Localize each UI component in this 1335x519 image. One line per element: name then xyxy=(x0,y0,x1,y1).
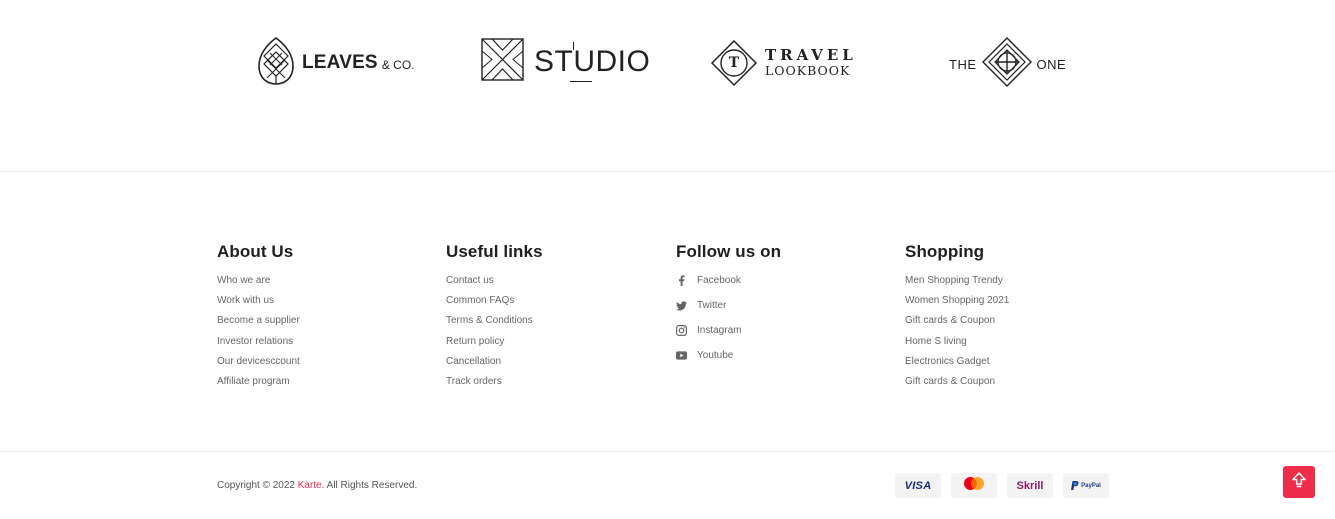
footer-link[interactable]: Gift cards & Coupon xyxy=(905,314,1009,334)
mastercard-card xyxy=(951,473,997,498)
footer-links-useful: Contact us Common FAQs Terms & Condition… xyxy=(446,274,543,395)
paypal-icon xyxy=(1071,480,1079,491)
footer-link[interactable]: Affiliate program xyxy=(217,375,300,395)
footer-column-about: About Us Who we are Work with us Become … xyxy=(217,242,300,395)
travel-logo-emblem: T xyxy=(728,55,740,71)
footer-links-about: Who we are Work with us Become a supplie… xyxy=(217,274,300,395)
instagram-icon xyxy=(676,325,687,336)
footer-link[interactable]: Track orders xyxy=(446,375,543,395)
footer-link[interactable]: Our devicesccount xyxy=(217,355,300,375)
social-link-twitter[interactable]: Twitter xyxy=(676,299,781,324)
mastercard-icon xyxy=(962,476,986,496)
footer-links-social: Facebook Twitter Instagram Youtube xyxy=(676,274,781,374)
travel-brand-top: TRAVEL xyxy=(765,46,857,65)
brand-logo-leaves[interactable]: LEAVES & CO. xyxy=(257,36,415,91)
footer-link[interactable]: Women Shopping 2021 xyxy=(905,294,1009,314)
social-link-label: Twitter xyxy=(697,300,727,311)
footer-link[interactable]: Gift cards & Coupon xyxy=(905,375,1009,395)
footer-links-shopping: Men Shopping Trendy Women Shopping 2021 … xyxy=(905,274,1009,395)
scroll-to-top-button[interactable] xyxy=(1283,466,1315,498)
payment-methods: VISA Skrill PayPal xyxy=(895,473,1109,498)
theone-logo-icon xyxy=(981,36,1033,93)
youtube-icon xyxy=(676,350,687,361)
footer-column-follow: Follow us on Facebook Twitter Instagram … xyxy=(676,242,781,374)
skrill-logo: Skrill xyxy=(1016,479,1044,492)
brand-logos-strip: LEAVES & CO. STUDIO T TRAVEL LOOKBOOK TH… xyxy=(0,0,1335,172)
arrow-up-icon xyxy=(1292,471,1306,493)
studio-brand-name: STUDIO xyxy=(534,42,651,82)
copyright-text: Copyright © 2022 Karte. All Rights Reser… xyxy=(217,480,417,491)
footer-link[interactable]: Investor relations xyxy=(217,335,300,355)
copyright-brand-link[interactable]: Karte xyxy=(298,480,322,491)
footer-link[interactable]: Contact us xyxy=(446,274,543,294)
studio-logo-icon xyxy=(480,37,525,87)
leaves-brand-name: LEAVES xyxy=(302,52,378,73)
social-link-facebook[interactable]: Facebook xyxy=(676,274,781,299)
footer-link[interactable]: Terms & Conditions xyxy=(446,314,543,334)
paypal-card: PayPal xyxy=(1063,473,1109,498)
theone-brand-right: ONE xyxy=(1036,56,1067,72)
footer-link[interactable]: Electronics Gadget xyxy=(905,355,1009,375)
footer-link[interactable]: Work with us xyxy=(217,294,300,314)
social-link-label: Instagram xyxy=(697,325,742,336)
brand-logo-studio[interactable]: STUDIO xyxy=(480,38,650,86)
leaves-logo-icon xyxy=(257,36,295,91)
footer-link[interactable]: Who we are xyxy=(217,274,300,294)
footer-heading-about: About Us xyxy=(217,242,294,261)
facebook-icon xyxy=(676,275,687,286)
skrill-card: Skrill xyxy=(1007,473,1053,498)
social-link-label: Youtube xyxy=(697,350,734,361)
footer-link[interactable]: Return policy xyxy=(446,335,543,355)
visa-logo: VISA xyxy=(904,479,932,492)
footer-column-useful-links: Useful links Contact us Common FAQs Term… xyxy=(446,242,543,395)
brand-logo-the-one[interactable]: THE ONE xyxy=(949,36,1067,93)
theone-brand-left: THE xyxy=(949,56,977,72)
footer-heading-follow: Follow us on xyxy=(676,242,782,261)
travel-brand-text: TRAVEL LOOKBOOK xyxy=(765,48,857,78)
footer-link[interactable]: Common FAQs xyxy=(446,294,543,314)
footer-bottom-bar: Copyright © 2022 Karte. All Rights Reser… xyxy=(0,451,1335,519)
footer-link[interactable]: Become a supplier xyxy=(217,314,300,334)
brand-logo-travel-lookbook[interactable]: T TRAVEL LOOKBOOK xyxy=(710,38,857,88)
social-link-label: Facebook xyxy=(697,275,741,286)
copyright-prefix: Copyright © 2022 xyxy=(217,480,298,491)
copyright-suffix: . All Rights Reserved. xyxy=(321,480,418,491)
travel-logo-icon: T xyxy=(710,39,758,87)
travel-brand-bottom: LOOKBOOK xyxy=(765,63,851,79)
twitter-icon xyxy=(676,300,687,311)
footer-link[interactable]: Home S living xyxy=(905,335,1009,355)
footer-link[interactable]: Cancellation xyxy=(446,355,543,375)
footer-heading-shopping: Shopping xyxy=(905,242,985,261)
footer-column-shopping: Shopping Men Shopping Trendy Women Shopp… xyxy=(905,242,1009,395)
social-link-instagram[interactable]: Instagram xyxy=(676,324,781,349)
footer-link[interactable]: Men Shopping Trendy xyxy=(905,274,1009,294)
footer-heading-useful-links: Useful links xyxy=(446,242,543,261)
visa-card: VISA xyxy=(895,473,941,498)
leaves-brand-suffix: & CO. xyxy=(381,57,415,72)
paypal-logo: PayPal xyxy=(1081,482,1101,489)
social-link-youtube[interactable]: Youtube xyxy=(676,349,781,374)
